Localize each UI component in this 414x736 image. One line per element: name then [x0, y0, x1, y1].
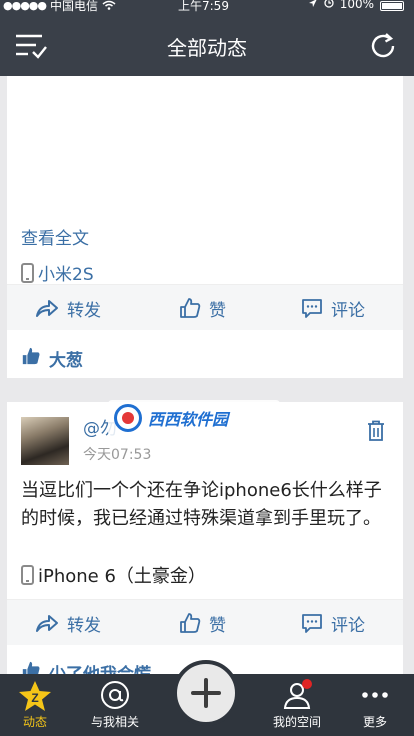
publish-plus-button[interactable]	[173, 660, 239, 726]
device-label: iPhone 6（土豪金）	[38, 566, 206, 587]
share-arrow-icon	[35, 298, 59, 318]
comment-button[interactable]: 评论	[301, 600, 365, 646]
likes-row[interactable]: 大葱	[21, 346, 83, 371]
at-icon	[100, 680, 130, 713]
likes-row[interactable]: 少了他我会慌	[21, 660, 151, 674]
carrier-label: 中国电信	[50, 0, 99, 13]
trash-icon[interactable]	[367, 420, 385, 442]
location-icon	[308, 0, 318, 11]
thumbs-up-filled-icon	[21, 660, 41, 674]
refresh-icon[interactable]	[368, 31, 398, 61]
thumbs-up-icon	[179, 612, 201, 634]
comment-icon	[301, 298, 323, 318]
signal-strength-icon: ●●●●●	[3, 0, 47, 12]
tab-my-space[interactable]: 我的空间	[262, 674, 332, 736]
comment-button[interactable]: 评论	[301, 285, 365, 331]
post-timestamp: 今天07:53	[83, 447, 152, 463]
comment-icon	[301, 613, 323, 633]
tab-more[interactable]: 更多	[340, 674, 410, 736]
feed-card: 查看全文 小米2S 转发 赞 评论 大葱	[7, 76, 403, 378]
watermark-text: 西西软件园	[148, 410, 229, 429]
clock: 上午7:59	[178, 0, 229, 13]
battery-icon	[380, 1, 404, 11]
tab-feed[interactable]: Z 动态	[0, 674, 70, 736]
wifi-icon	[102, 0, 116, 13]
device-source: 小米2S	[21, 260, 94, 285]
z-star-icon: Z	[18, 680, 52, 715]
svg-text:Z: Z	[31, 691, 38, 705]
tab-related[interactable]: 与我相关	[80, 674, 150, 736]
thumbs-up-icon	[179, 297, 201, 319]
device-source: iPhone 6（土豪金）	[21, 562, 206, 588]
thumbs-up-filled-icon	[21, 346, 41, 371]
more-dots-icon	[360, 680, 390, 713]
like-button[interactable]: 赞	[179, 285, 226, 331]
watermark-logo-icon	[114, 404, 142, 432]
status-bar: ●●●●● 中国电信 上午7:59 100%	[0, 0, 414, 14]
share-arrow-icon	[35, 613, 59, 633]
phone-icon	[21, 262, 34, 283]
like-button[interactable]: 赞	[179, 600, 226, 646]
post-text: 当逗比们一个个还在争论iphone6长什么样子的时候，我已经通过特殊渠道拿到手里…	[21, 480, 382, 529]
page-title: 全部动态	[167, 36, 247, 60]
liked-by-name: 大葱	[49, 351, 83, 371]
battery-percent: 100%	[339, 0, 374, 11]
read-more-link[interactable]: 查看全文	[21, 224, 89, 249]
feed-card: @勿 今天07:53 当逗比们一个个还在争论iphone6长什么样子的时候，我已…	[7, 402, 403, 674]
repost-button[interactable]: 转发	[35, 600, 101, 646]
action-bar: 转发 赞 评论	[7, 599, 403, 645]
notification-badge	[302, 679, 312, 689]
phone-icon	[21, 565, 34, 585]
site-watermark: 西西软件园	[108, 400, 280, 436]
liked-by-name: 少了他我会慌	[49, 660, 151, 674]
action-bar: 转发 赞 评论	[7, 284, 403, 330]
feed[interactable]: 查看全文 小米2S 转发 赞 评论 大葱 @勿 今天07:53 当逗比们一个个还…	[0, 76, 414, 674]
repost-button[interactable]: 转发	[35, 285, 101, 331]
tab-bar: Z 动态 与我相关 我的空间 更多	[0, 660, 414, 736]
alarm-icon	[324, 0, 334, 11]
avatar[interactable]	[21, 417, 69, 465]
nav-bar: 全部动态	[0, 14, 414, 76]
device-label: 小米2S	[38, 265, 94, 285]
